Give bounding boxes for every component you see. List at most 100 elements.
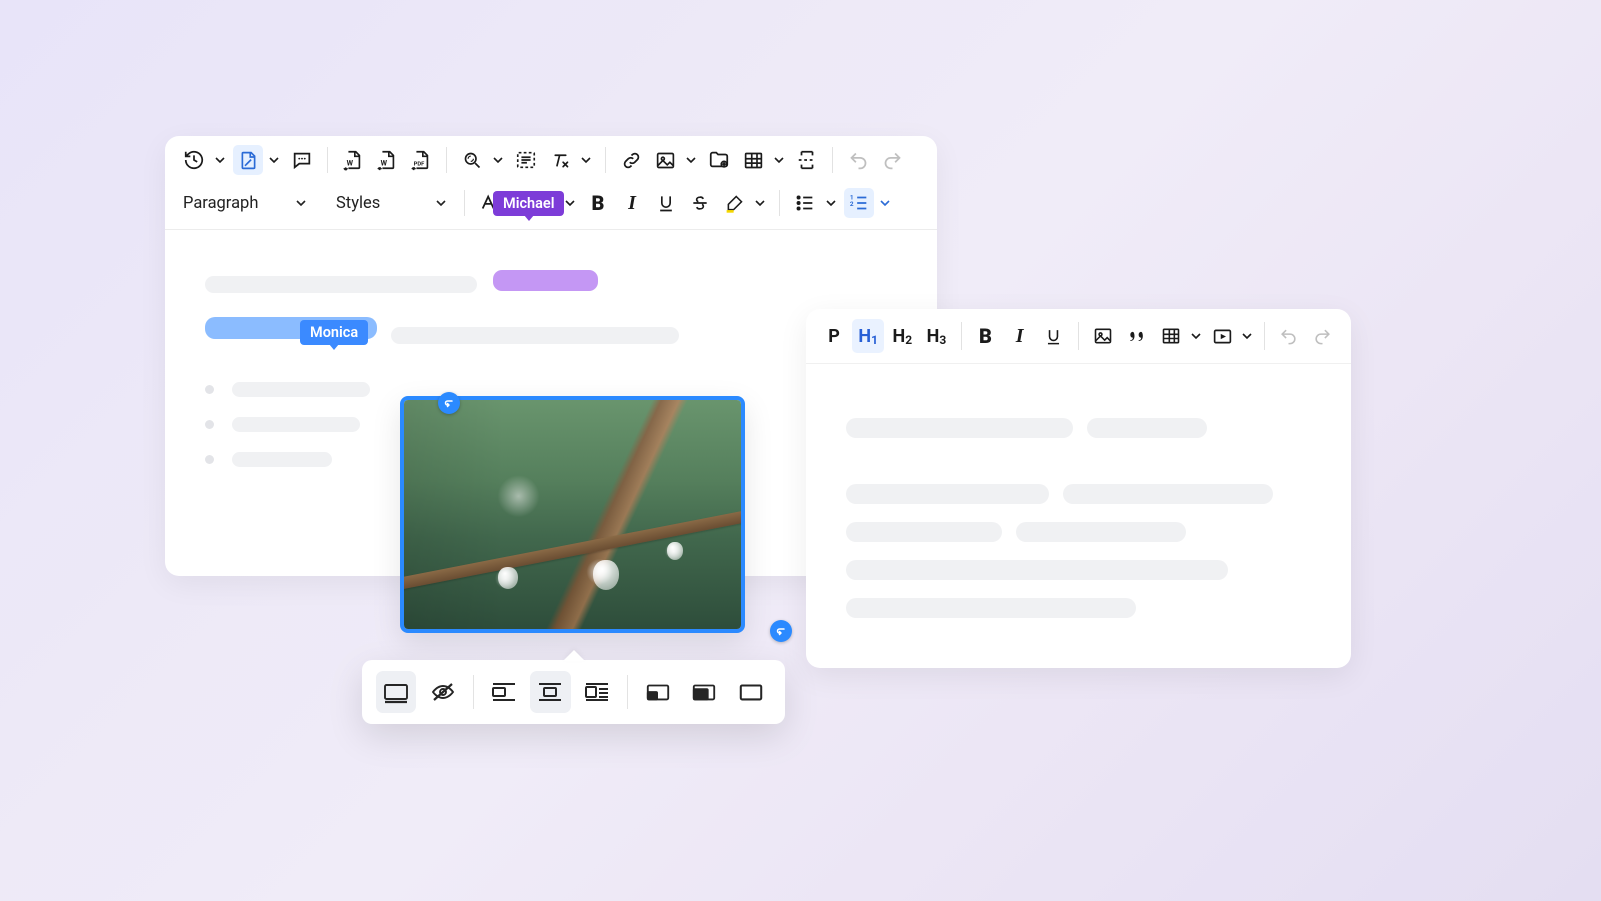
text-placeholder — [232, 417, 360, 432]
toolbar-separator — [605, 147, 606, 173]
underline-icon[interactable] — [1038, 319, 1070, 353]
toolbar-separator — [961, 322, 962, 350]
underline-icon[interactable] — [651, 188, 681, 218]
word-import-icon[interactable]: W — [338, 145, 368, 175]
italic-icon[interactable]: I — [617, 188, 647, 218]
wrap-text-icon[interactable] — [577, 671, 617, 713]
redo-icon[interactable] — [877, 145, 907, 175]
font-family-chevron-icon[interactable] — [563, 188, 577, 218]
selected-image[interactable] — [400, 396, 745, 633]
pdf-export-icon[interactable]: PDF — [406, 145, 436, 175]
strikethrough-icon[interactable] — [685, 188, 715, 218]
bullet-list-icon[interactable] — [790, 188, 820, 218]
size-small-icon[interactable] — [638, 671, 678, 713]
size-medium-icon[interactable] — [684, 671, 724, 713]
text-placeholder — [1087, 418, 1207, 438]
toolbar-separator — [327, 147, 328, 173]
bold-icon[interactable]: B — [969, 319, 1001, 353]
styles-dropdown[interactable]: Styles — [332, 187, 454, 219]
toolbar-separator — [627, 675, 628, 709]
history-icon[interactable] — [179, 145, 209, 175]
svg-text:2: 2 — [850, 200, 854, 208]
history-chevron-icon[interactable] — [213, 145, 227, 175]
clear-formatting-icon[interactable] — [545, 145, 575, 175]
main-toolbar-row-1: W W PDF — [165, 136, 937, 181]
select-all-icon[interactable] — [511, 145, 541, 175]
table-icon[interactable] — [738, 145, 768, 175]
media-chevron-icon[interactable] — [1240, 321, 1253, 351]
toolbar-separator — [464, 190, 465, 216]
styles-dropdown-label: Styles — [336, 194, 380, 213]
paragraph-format-button[interactable]: P — [818, 319, 850, 353]
clear-formatting-chevron-icon[interactable] — [579, 145, 593, 175]
align-left-icon[interactable] — [484, 671, 524, 713]
bold-icon[interactable]: B — [583, 188, 613, 218]
image-chevron-icon[interactable] — [684, 145, 698, 175]
resize-handle-bottom-right-icon[interactable] — [770, 620, 792, 642]
text-placeholder — [846, 522, 1002, 542]
text-placeholder — [846, 560, 1228, 580]
undo-icon[interactable] — [1273, 319, 1305, 353]
resize-handle-top-left-icon[interactable] — [438, 392, 460, 414]
text-placeholder — [205, 276, 477, 293]
image-content — [404, 400, 741, 629]
image-context-toolbar — [362, 660, 785, 724]
size-original-icon[interactable] — [731, 671, 771, 713]
table-icon[interactable] — [1155, 319, 1187, 353]
text-placeholder — [846, 418, 1073, 438]
bullet-dot — [205, 455, 214, 464]
link-icon[interactable] — [616, 145, 646, 175]
redo-icon[interactable] — [1307, 319, 1339, 353]
table-chevron-icon[interactable] — [772, 145, 786, 175]
table-chevron-icon[interactable] — [1189, 321, 1202, 351]
bullet-dot — [205, 385, 214, 394]
svg-text:W: W — [347, 159, 354, 168]
secondary-canvas[interactable] — [806, 364, 1351, 636]
bullet-dot — [205, 420, 214, 429]
toolbar-separator — [832, 147, 833, 173]
paragraph-dropdown-label: Paragraph — [183, 194, 258, 213]
paragraph-dropdown[interactable]: Paragraph — [179, 187, 314, 219]
collaborator-tag-michael: Michael — [493, 191, 564, 216]
undo-icon[interactable] — [843, 145, 873, 175]
tracked-changes-icon[interactable] — [233, 145, 263, 175]
file-browser-icon[interactable] — [704, 145, 734, 175]
page-break-icon[interactable] — [792, 145, 822, 175]
image-icon[interactable] — [650, 145, 680, 175]
image-hidden-icon[interactable] — [422, 671, 462, 713]
secondary-toolbar: P H1 H2 H3 B I — [806, 309, 1351, 364]
highlight-icon[interactable] — [719, 188, 749, 218]
numbered-list-icon[interactable]: 12 — [844, 188, 874, 218]
media-icon[interactable] — [1206, 319, 1238, 353]
text-placeholder — [232, 452, 332, 467]
text-placeholder — [1063, 484, 1273, 504]
image-icon[interactable] — [1087, 319, 1119, 353]
toolbar-separator — [1264, 322, 1265, 350]
heading-2-button[interactable]: H2 — [886, 319, 918, 353]
toolbar-separator — [473, 675, 474, 709]
tracked-changes-chevron-icon[interactable] — [267, 145, 281, 175]
numbered-list-chevron-icon[interactable] — [878, 188, 892, 218]
svg-text:W: W — [381, 159, 388, 168]
collaborator-tag-monica: Monica — [300, 320, 368, 345]
align-center-icon[interactable] — [530, 671, 570, 713]
toolbar-separator — [779, 190, 780, 216]
text-placeholder — [391, 327, 679, 344]
heading-3-button[interactable]: H3 — [920, 319, 952, 353]
word-export-icon[interactable]: W — [372, 145, 402, 175]
find-replace-icon[interactable] — [457, 145, 487, 175]
comment-icon[interactable] — [287, 145, 317, 175]
heading-1-button[interactable]: H1 — [852, 319, 884, 353]
find-replace-chevron-icon[interactable] — [491, 145, 505, 175]
highlight-chevron-icon[interactable] — [753, 188, 767, 218]
text-placeholder — [846, 484, 1049, 504]
text-placeholder — [1016, 522, 1186, 542]
italic-icon[interactable]: I — [1004, 319, 1036, 353]
text-placeholder — [232, 382, 370, 397]
secondary-editor-window: P H1 H2 H3 B I — [806, 309, 1351, 668]
blockquote-icon[interactable] — [1121, 319, 1153, 353]
bullet-list-chevron-icon[interactable] — [824, 188, 838, 218]
toolbar-separator — [1078, 322, 1079, 350]
selection-michael — [493, 270, 598, 291]
image-inline-icon[interactable] — [376, 671, 416, 713]
